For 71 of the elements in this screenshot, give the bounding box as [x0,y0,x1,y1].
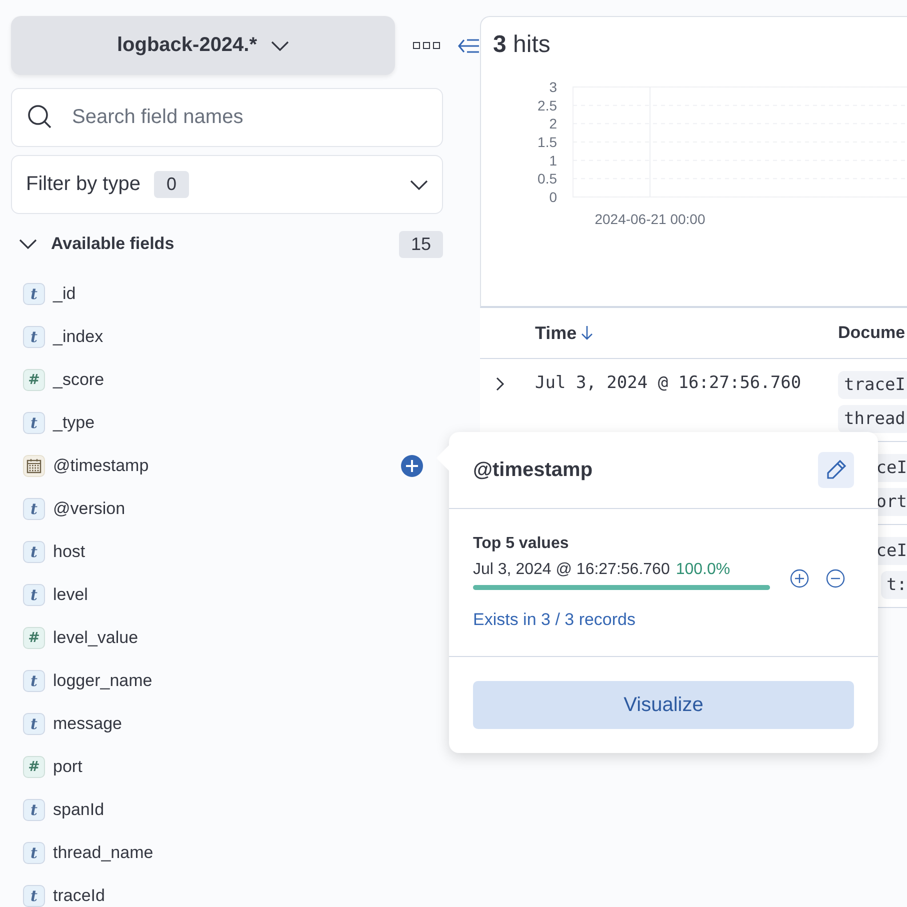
field-name[interactable]: port [53,756,82,776]
section-title: Available fields [51,234,174,254]
field-name[interactable]: @timestamp [53,456,149,476]
field-name[interactable]: spanId [53,800,104,820]
field-name[interactable]: _score [53,370,104,390]
filter-by-type-dropdown[interactable]: Filter by type 0 [11,155,443,214]
field-name[interactable]: level [53,584,88,604]
chevron-down-icon [271,40,290,50]
field-name[interactable]: level_value [53,628,138,648]
document-field-token: traceI [838,371,907,399]
x-axis-label: 2024-06-21 00:00 [594,211,706,227]
plus-circle-icon [790,569,809,588]
number-type-icon: # [23,368,45,390]
y-axis-label: 2 [549,116,557,132]
popover-title: @timestamp [473,458,593,482]
chevron-down-icon [410,180,428,190]
column-header[interactable]: Time [535,322,838,344]
text-type-icon: t [23,412,45,434]
search-icon [27,104,53,130]
field-name[interactable]: host [53,542,86,562]
time-cell: Jul 3, 2024 @ 16:27:56.760 [535,373,802,393]
filter-count-badge: 0 [154,171,188,198]
text-type-icon: t [23,712,45,734]
hits-count: 3 hits [493,31,552,59]
column-header[interactable]: Docume [838,323,906,343]
search-field[interactable]: Search field names [11,88,443,147]
text-type-icon: t [23,798,45,820]
section-title: Top 5 values [473,535,570,553]
value-percentage: 100.0% [676,561,730,579]
minus-circle-icon [826,569,845,588]
field-name[interactable]: traceId [53,886,105,906]
y-axis-label: 3 [549,79,557,95]
expand-row-icon[interactable] [495,377,505,391]
field-name[interactable]: thread_name [53,842,154,862]
pencil-icon [825,459,847,481]
filter-for-value-button[interactable] [790,569,809,588]
text-type-icon: t [23,540,45,562]
filter-out-value-button[interactable] [826,569,845,588]
number-type-icon: # [23,756,45,778]
exists-in-records-link[interactable]: Exists in 3 / 3 records [473,610,636,630]
document-field-token: t: [880,571,907,599]
collapse-sidebar-icon[interactable] [458,38,480,54]
visualize-button[interactable]: Visualize [473,681,854,729]
text-type-icon: t [23,498,45,520]
field-name[interactable]: message [53,714,122,734]
field-name[interactable]: logger_name [53,670,152,690]
y-axis-label: 1.5 [538,134,557,150]
text-type-icon: t [23,326,45,348]
y-axis-label: 1 [549,152,557,168]
text-type-icon: t [23,884,45,906]
field-count-badge: 15 [398,230,443,258]
top-value: Jul 3, 2024 @ 16:27:56.760 [473,561,670,579]
field-name[interactable]: _id [53,284,76,304]
plus-icon [406,460,418,472]
more-options-icon[interactable] [413,42,440,49]
field-name[interactable]: _index [53,326,104,346]
number-type-icon: # [23,626,45,648]
text-type-icon: t [23,670,45,692]
y-axis-label: 0 [549,189,557,205]
edit-button[interactable] [818,452,854,488]
text-type-icon: t [23,282,45,304]
y-axis-label: 0.5 [538,170,557,187]
data-view-selector[interactable]: logback-2024.* [11,16,395,75]
field-name[interactable]: @version [53,498,126,518]
text-type-icon: t [23,584,45,606]
field-name[interactable]: _type [53,412,95,432]
document-field-token: thread [838,405,907,433]
calendar-icon [23,454,45,476]
y-axis-label: 2.5 [538,97,557,114]
text-type-icon: t [23,842,45,864]
add-field-button[interactable] [401,454,423,476]
